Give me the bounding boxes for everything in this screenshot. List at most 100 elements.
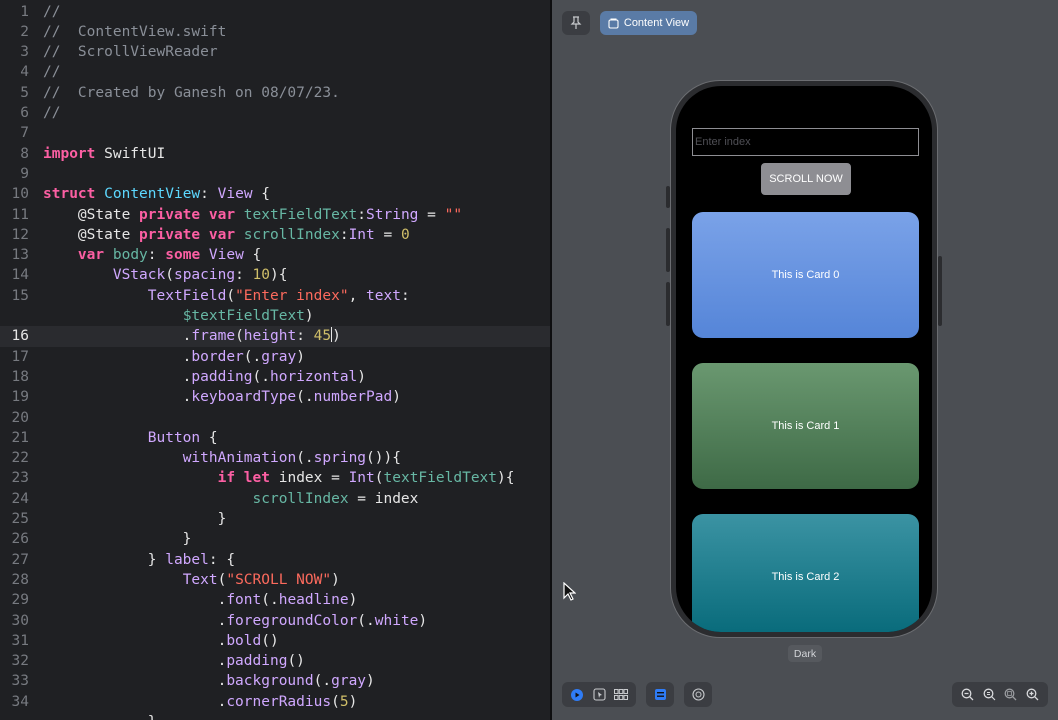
code-token: gray	[331, 673, 367, 690]
code-line[interactable]: 14 VStack(spacing: 10){	[0, 265, 550, 285]
code-token: ()	[287, 653, 305, 670]
code-editor[interactable]: 1 // 2 // ContentView.swift 3 // ScrollViewRe…	[0, 0, 550, 720]
code-line[interactable]: 34 .cornerRadius(5)	[0, 692, 550, 712]
code-line[interactable]: }	[0, 712, 550, 720]
code-line[interactable]: 16 .frame(height: 45)	[0, 326, 550, 347]
code-token: @State	[43, 206, 140, 223]
code-token: }	[43, 551, 166, 568]
code-line[interactable]: 22 withAnimation(.spring()){	[0, 448, 550, 468]
line-number: 5	[20, 84, 29, 101]
code-token: @State	[43, 226, 140, 243]
code-token: var	[77, 247, 105, 264]
code-line[interactable]: 31 .bold()	[0, 631, 550, 651]
code-line[interactable]: 28 Text("SCROLL NOW")	[0, 570, 550, 590]
code-token: View	[217, 186, 253, 203]
code-text: .background(.gray)	[43, 671, 375, 691]
code-text: Text("SCROLL NOW")	[43, 570, 340, 590]
code-line[interactable]: 13 var body: some View {	[0, 245, 550, 265]
code-line[interactable]: 19 .keyboardType(.numberPad)	[0, 387, 550, 407]
selectable-mode-icon[interactable]	[592, 688, 606, 701]
mouse-pointer-icon	[563, 582, 576, 601]
code-text: TextField("Enter index", text:	[43, 286, 410, 306]
code-line[interactable]: 15 TextField("Enter index", text:	[0, 286, 550, 306]
code-line[interactable]: 25 }	[0, 509, 550, 529]
code-line[interactable]: 27 } label: {	[0, 550, 550, 570]
code-token: "Enter index"	[235, 287, 349, 304]
line-number: 23	[11, 470, 29, 487]
code-line[interactable]: 6 //	[0, 103, 550, 123]
enter-index-field[interactable]	[692, 128, 919, 156]
code-line[interactable]: 18 .padding(.horizontal)	[0, 367, 550, 387]
code-token: {	[243, 247, 262, 264]
code-line[interactable]: 21 Button {	[0, 428, 550, 448]
code-line[interactable]: 5 // Created by Ganesh on 08/07/23.	[0, 83, 550, 103]
zoom-in-icon[interactable]	[1026, 688, 1039, 701]
code-token: (.	[296, 389, 314, 406]
code-token: )	[357, 368, 367, 385]
code-token: //	[43, 105, 61, 121]
code-token: .	[43, 368, 192, 385]
line-number: 32	[11, 653, 29, 670]
content-view-preview-button[interactable]: Content View	[600, 11, 697, 35]
code-line[interactable]: 23 if let index = Int(textFieldText){	[0, 468, 550, 488]
code-token: )	[296, 348, 305, 365]
code-line[interactable]: 32 .padding()	[0, 651, 550, 671]
code-line[interactable]: 4 //	[0, 62, 550, 82]
code-token: label	[165, 551, 209, 568]
code-line[interactable]: 17 .border(.gray)	[0, 347, 550, 367]
code-token: (.	[313, 673, 332, 690]
line-number: 18	[11, 368, 29, 385]
live-mode-icon[interactable]	[570, 688, 584, 702]
code-token: {	[252, 186, 271, 203]
code-line[interactable]: 24 scrollIndex = index	[0, 489, 550, 509]
code-line[interactable]: 9	[0, 164, 550, 184]
code-token: }	[43, 714, 157, 720]
line-number: 4	[20, 64, 29, 81]
code-token: gray	[261, 348, 297, 365]
zoom-out-icon[interactable]	[961, 688, 974, 701]
scroll-now-button[interactable]: SCROLL NOW	[761, 163, 851, 195]
code-token: }	[43, 511, 227, 527]
line-number: 25	[11, 511, 29, 527]
code-token: .	[43, 632, 227, 649]
device-settings-button[interactable]	[684, 682, 712, 707]
code-line[interactable]: 8 import SwiftUI	[0, 144, 550, 164]
code-line[interactable]: 29 .font(.headline)	[0, 590, 550, 610]
grid-variants-icon[interactable]	[613, 689, 628, 700]
code-line[interactable]: 26 }	[0, 529, 550, 549]
code-line[interactable]: 11 @State private var textFieldText:Stri…	[0, 205, 550, 225]
code-token: scrollIndex	[252, 490, 349, 507]
code-token: (.	[296, 450, 314, 467]
code-line[interactable]: 30 .foregroundColor(.white)	[0, 611, 550, 631]
code-token: TextField	[147, 287, 227, 304]
code-line[interactable]: 10 struct ContentView: View {	[0, 184, 550, 204]
code-line[interactable]: 2 // ContentView.swift	[0, 22, 550, 42]
code-token: .	[43, 348, 192, 365]
code-line[interactable]: 20	[0, 408, 550, 428]
zoom-100-icon[interactable]	[983, 688, 996, 701]
code-token: // ScrollViewReader	[43, 44, 218, 61]
zoom-to-fit-icon[interactable]	[1004, 688, 1017, 701]
code-line[interactable]: $textFieldText)	[0, 306, 550, 326]
code-text: .frame(height: 45)	[43, 326, 341, 346]
line-number: 26	[11, 531, 29, 548]
code-token: height	[243, 328, 297, 345]
code-token: (.	[243, 348, 262, 365]
code-token: //	[43, 64, 61, 81]
pin-preview-button[interactable]	[562, 11, 590, 35]
code-token: padding	[191, 368, 253, 385]
code-line[interactable]: 7	[0, 123, 550, 143]
code-token: ){	[497, 470, 515, 487]
code-token: scrollIndex	[243, 226, 340, 243]
code-text: // ContentView.swift	[43, 22, 226, 42]
code-line[interactable]: 33 .background(.gray)	[0, 671, 550, 691]
code-line[interactable]: 1 //	[0, 2, 550, 22]
code-token: .	[43, 612, 227, 629]
variants-button[interactable]	[646, 682, 674, 707]
code-line[interactable]: 3 // ScrollViewReader	[0, 42, 550, 62]
code-token: (.	[357, 612, 375, 629]
code-line[interactable]: 12 @State private var scrollIndex:Int = …	[0, 225, 550, 245]
